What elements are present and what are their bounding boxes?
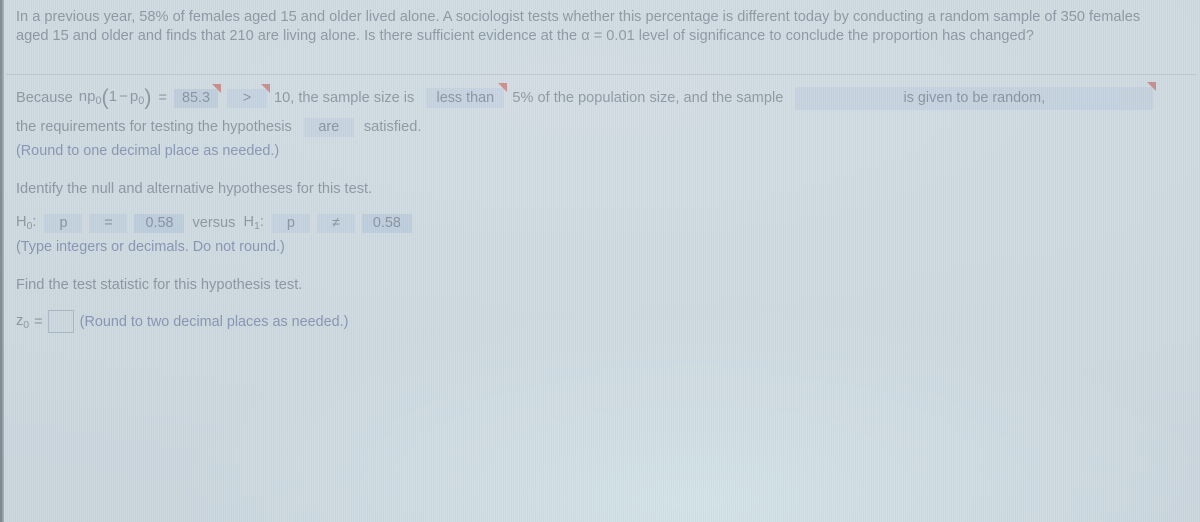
h0-operator-dropdown[interactable]: = xyxy=(89,213,128,233)
because-label: Because xyxy=(16,90,73,106)
screen-bezel-left xyxy=(0,0,4,522)
h0-label: H0: xyxy=(16,214,36,232)
np-lead: np xyxy=(78,88,96,106)
h0-letter: H xyxy=(16,214,27,231)
np-formula: np0(1− p0) xyxy=(78,84,152,110)
z0-value-input[interactable] xyxy=(47,310,74,333)
rounding-note-3-text: (Round to two decimal places as needed.) xyxy=(79,313,349,330)
h1-label: H1: xyxy=(243,214,263,232)
z0-label: z0 xyxy=(16,313,29,331)
hypotheses-prompt-text: Identify the null and alternative hypoth… xyxy=(16,181,373,197)
h1-letter: H xyxy=(243,214,254,231)
section-divider xyxy=(6,74,1196,75)
test-statistic-prompt-text: Find the test statistic for this hypothe… xyxy=(16,277,303,293)
versus-label: versus xyxy=(192,215,236,231)
test-statistic-prompt: Find the test statistic for this hypothe… xyxy=(16,274,302,296)
z0-equals: = xyxy=(34,313,43,330)
paren-open: ( xyxy=(101,84,109,110)
hypotheses-line: H0: p = 0.58 versus H1: p ≠ 0.58 xyxy=(16,212,412,234)
formula-minus: − xyxy=(119,88,128,106)
requirements-lead-text: the requirements for testing the hypothe… xyxy=(16,119,292,135)
rounding-note-2-text: (Type integers or decimals. Do not round… xyxy=(16,239,285,255)
h0-colon: : xyxy=(32,214,37,231)
paren-close: ) xyxy=(144,84,152,110)
randomness-dropdown[interactable]: is given to be random, xyxy=(795,81,1157,110)
test-statistic-line: z0 = (Round to two decimal places as nee… xyxy=(16,310,348,333)
comparison-operator-dropdown[interactable]: > xyxy=(227,83,270,108)
requirement-line-2: the requirements for testing the hypothe… xyxy=(16,116,421,138)
hypotheses-prompt: Identify the null and alternative hypoth… xyxy=(16,178,372,200)
satisfied-text: satisfied. xyxy=(363,119,422,135)
sample-size-relation-dropdown[interactable]: less than xyxy=(426,83,508,108)
percent-population-text: 5% of the population size, and the sampl… xyxy=(512,90,784,106)
question-text: In a previous year, 58% of females aged … xyxy=(16,9,1141,45)
h1-colon: : xyxy=(259,214,264,231)
formula-p: p xyxy=(129,88,139,106)
rounding-note-1: (Round to one decimal place as needed.) xyxy=(16,140,279,162)
requirements-satisfied-dropdown[interactable]: are xyxy=(303,117,354,137)
np-value-field[interactable]: 85.3 xyxy=(174,83,221,108)
equals-sign: = xyxy=(158,90,167,106)
h0-value-field[interactable]: 0.58 xyxy=(134,213,185,233)
h1-value-field[interactable]: 0.58 xyxy=(361,213,412,233)
h0-parameter-dropdown[interactable]: p xyxy=(44,213,83,233)
rounding-note-1-text: (Round to one decimal place as needed.) xyxy=(16,143,280,159)
question-prompt: In a previous year, 58% of females aged … xyxy=(16,8,1172,47)
threshold-text: 10, the sample size is xyxy=(274,90,415,106)
h1-operator-dropdown[interactable]: ≠ xyxy=(316,213,355,233)
requirement-line-1: Because np0(1− p0) = 85.3 > 10, the sampl… xyxy=(16,81,1157,110)
z0-subscript: 0 xyxy=(23,318,30,331)
rounding-note-2: (Type integers or decimals. Do not round… xyxy=(16,236,285,258)
h1-parameter-dropdown[interactable]: p xyxy=(271,213,310,233)
formula-one: 1 xyxy=(108,88,118,106)
